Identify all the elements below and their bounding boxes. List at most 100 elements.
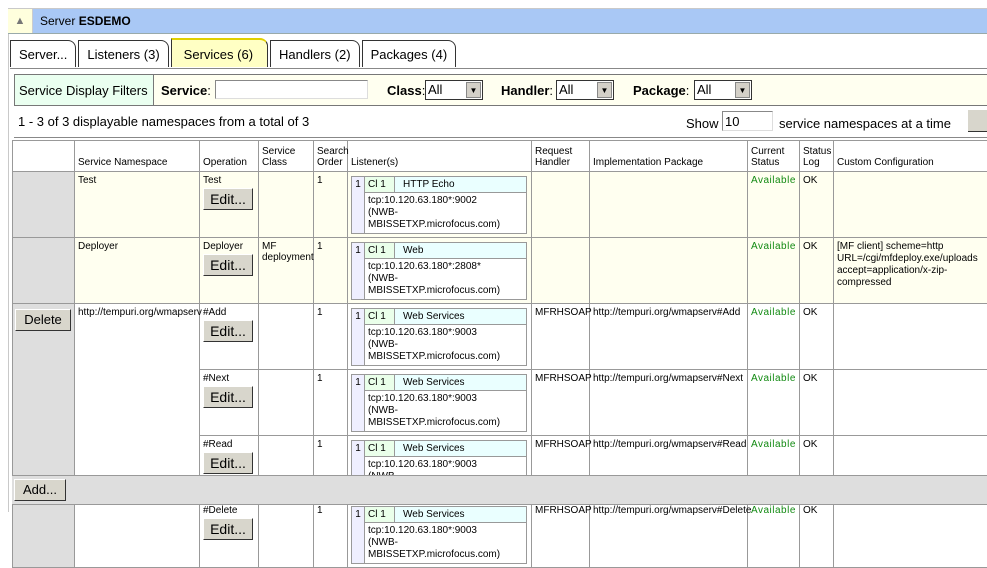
row-actions: [13, 172, 75, 238]
listener-class: Cl 1: [365, 441, 395, 456]
header-request-handler: Request Handler: [532, 141, 590, 172]
listener-box[interactable]: 1 Cl 1Web Services tcp:10.120.63.180*:90…: [351, 506, 527, 564]
listener-box[interactable]: 1 Cl 1Web Services tcp:10.120.63.180*:90…: [351, 374, 527, 432]
listener-name: Web Services: [395, 309, 526, 324]
tab-listeners[interactable]: Listeners (3): [78, 40, 168, 67]
cell-request-handler: [532, 172, 590, 238]
cell-status-log[interactable]: OK: [800, 304, 834, 370]
namespace-count: 1 - 3 of 3 displayable namespaces from a…: [18, 114, 309, 129]
edit-button[interactable]: Edit...: [203, 188, 253, 210]
header-custom-config: Custom Configuration: [834, 141, 987, 172]
cell-status-log[interactable]: OK: [800, 370, 834, 436]
cell-listeners: 1 Cl 1Web Services tcp:10.120.63.180*:90…: [348, 370, 532, 436]
server-name: ESDEMO: [79, 14, 131, 28]
server-title-bar: ▲ Server ESDEMO: [8, 8, 987, 34]
listener-address: tcp:10.120.63.180*:9003: [368, 525, 523, 537]
cell-service-class: [259, 172, 314, 238]
listener-name: Web: [395, 243, 526, 258]
cell-request-handler: MFRHSOAP: [532, 502, 590, 568]
cell-status-log[interactable]: OK: [800, 502, 834, 568]
cell-impl-package: [590, 172, 748, 238]
listener-class: Cl 1: [365, 243, 395, 258]
listener-number: 1: [352, 243, 365, 299]
listener-host: (NWB-MBISSETXP.microfocus.com): [368, 339, 523, 363]
operation-name: #Next: [203, 373, 229, 384]
handler-filter-select[interactable]: All ▼: [556, 80, 614, 100]
table-header-row: Service Namespace Operation Service Clas…: [13, 141, 987, 172]
apply-page-size-button[interactable]: [968, 110, 987, 132]
cell-status-log[interactable]: OK: [800, 238, 834, 304]
cell-search-order: 1: [314, 370, 348, 436]
package-filter-value: All: [697, 82, 711, 97]
cell-operation: #Delete Edit...: [200, 502, 259, 568]
cell-service-class: [259, 304, 314, 370]
listener-box[interactable]: 1 Cl 1Web tcp:10.120.63.180*:2808*(NWB-M…: [351, 242, 527, 300]
edit-button[interactable]: Edit...: [203, 254, 253, 276]
row-actions: Delete: [13, 304, 75, 568]
service-filter-input[interactable]: [215, 80, 368, 99]
service-display-filters: Service Display Filters Service: Class: …: [14, 74, 987, 106]
table-row: Deployer DeployerEdit... MF deployment 1…: [13, 238, 987, 304]
class-filter-label: Class:: [387, 83, 425, 98]
tab-handlers[interactable]: Handlers (2): [270, 40, 360, 67]
cell-request-handler: MFRHSOAP: [532, 304, 590, 370]
collapse-button[interactable]: ▲: [8, 9, 33, 33]
handler-filter-label: Handler:: [501, 83, 553, 98]
cell-namespace: Deployer: [75, 238, 200, 304]
cell-custom-config: [834, 304, 987, 370]
filters-title: Service Display Filters: [15, 75, 154, 105]
edit-button[interactable]: Edit...: [203, 518, 253, 540]
listener-box[interactable]: 1 Cl 1HTTP Echo tcp:10.120.63.180*:9002(…: [351, 176, 527, 234]
header-impl-package: Implementation Package: [590, 141, 748, 172]
tab-services[interactable]: Services (6): [171, 38, 268, 67]
table-row: Delete http://tempuri.org/wmapserv #AddE…: [13, 304, 987, 370]
handler-filter-value: All: [559, 82, 573, 97]
listener-number: 1: [352, 309, 365, 365]
edit-button[interactable]: Edit...: [203, 320, 253, 342]
cell-search-order: 1: [314, 502, 348, 568]
cell-listeners: 1 Cl 1HTTP Echo tcp:10.120.63.180*:9002(…: [348, 172, 532, 238]
tab-server[interactable]: Server...: [10, 40, 76, 67]
divider: [14, 137, 987, 138]
service-filter-label: Service:: [161, 83, 211, 98]
header-listeners: Listener(s): [348, 141, 532, 172]
class-filter-select[interactable]: All ▼: [425, 80, 483, 100]
listener-number: 1: [352, 177, 365, 233]
operation-name: #Read: [203, 439, 232, 450]
listener-class: Cl 1: [365, 375, 395, 390]
delete-button[interactable]: Delete: [15, 309, 71, 331]
chevron-down-icon[interactable]: ▼: [466, 82, 481, 98]
listener-number: 1: [352, 375, 365, 431]
cell-status-log[interactable]: OK: [800, 172, 834, 238]
class-filter-value: All: [428, 82, 442, 97]
listener-host: (NWB-MBISSETXP.microfocus.com): [368, 273, 523, 297]
show-suffix: service namespaces at a time: [779, 116, 951, 131]
cell-service-class: [259, 502, 314, 568]
package-filter-select[interactable]: All ▼: [694, 80, 752, 100]
edit-button[interactable]: Edit...: [203, 386, 253, 408]
listener-box[interactable]: 1 Cl 1Web Services tcp:10.120.63.180*:90…: [351, 308, 527, 366]
operation-name: Test: [203, 175, 221, 186]
cell-impl-package: [590, 238, 748, 304]
table-row: Test TestEdit... 1 1 Cl 1HTTP Echo tcp:1…: [13, 172, 987, 238]
tab-packages[interactable]: Packages (4): [362, 40, 457, 67]
listener-address: tcp:10.120.63.180*:9003: [368, 327, 523, 339]
cell-search-order: 1: [314, 238, 348, 304]
cell-impl-package: http://tempuri.org/wmapserv#Add: [590, 304, 748, 370]
operation-name: #Delete: [203, 505, 237, 516]
chevron-down-icon[interactable]: ▼: [735, 82, 750, 98]
listener-name: Web Services: [395, 507, 526, 522]
add-button[interactable]: Add...: [14, 479, 66, 501]
status-badge: Available: [748, 172, 800, 238]
listener-number: 1: [352, 507, 365, 563]
listener-host: (NWB-MBISSETXP.microfocus.com): [368, 207, 523, 231]
show-label: Show: [686, 116, 719, 131]
cell-operation: #Add Edit...: [200, 304, 259, 370]
cell-listeners: 1 Cl 1Web tcp:10.120.63.180*:2808*(NWB-M…: [348, 238, 532, 304]
operation-name: #Add: [203, 307, 226, 318]
chevron-down-icon[interactable]: ▼: [597, 82, 612, 98]
edit-button[interactable]: Edit...: [203, 452, 253, 474]
cell-operation: DeployerEdit...: [200, 238, 259, 304]
page-size-input[interactable]: [722, 111, 773, 131]
cell-custom-config: [MF client] scheme=http URL=/cgi/mfdeplo…: [834, 238, 987, 304]
